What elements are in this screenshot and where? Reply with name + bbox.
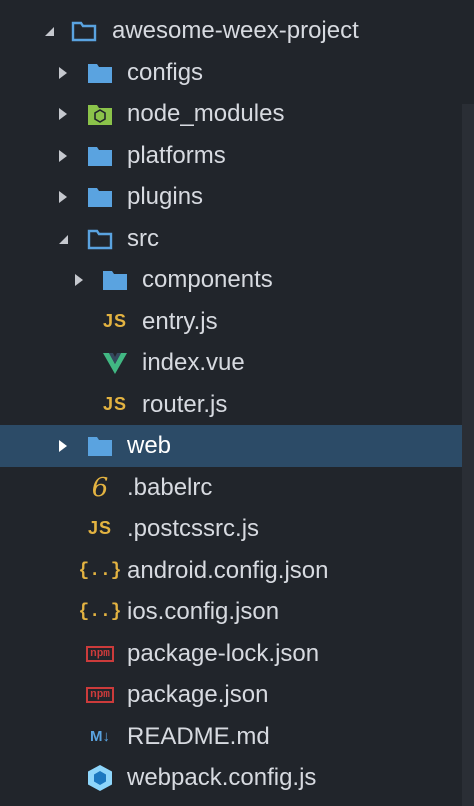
folder-icon bbox=[86, 432, 114, 460]
tree-item-label: index.vue bbox=[142, 349, 245, 377]
chevron-right-icon[interactable] bbox=[56, 190, 70, 204]
folder-icon bbox=[86, 142, 114, 170]
node-folder-icon bbox=[86, 100, 114, 128]
tree-item-router-js[interactable]: JS router.js bbox=[0, 384, 474, 426]
json-icon: {..} bbox=[78, 560, 122, 581]
tree-item-entry-js[interactable]: JS entry.js bbox=[0, 301, 474, 343]
tree-item-label: package-lock.json bbox=[127, 640, 320, 668]
tree-item-readme-md[interactable]: M↓ README.md bbox=[0, 716, 474, 758]
tree-item-index-vue[interactable]: index.vue bbox=[0, 342, 474, 384]
npm-icon: npm bbox=[86, 640, 114, 668]
tree-item-platforms[interactable]: platforms bbox=[0, 135, 474, 177]
babel-icon: 6 bbox=[91, 472, 109, 503]
folder-icon bbox=[86, 59, 114, 87]
tree-item-package-lock-json[interactable]: npm package-lock.json bbox=[0, 633, 474, 675]
file-explorer: awesome-weex-project configs node_module… bbox=[0, 0, 474, 806]
tree-item-label: webpack.config.js bbox=[127, 764, 317, 792]
tree-item-label: android.config.json bbox=[127, 557, 329, 585]
js-icon: JS bbox=[102, 394, 128, 415]
tree-item-label: package.json bbox=[127, 681, 269, 709]
project-name-label: awesome-weex-project bbox=[112, 17, 359, 45]
chevron-down-icon[interactable] bbox=[42, 24, 56, 38]
tree-item-node-modules[interactable]: node_modules bbox=[0, 93, 474, 135]
tree-item-package-json[interactable]: npm package.json bbox=[0, 674, 474, 716]
scrollbar[interactable] bbox=[462, 104, 474, 806]
cut-off-row bbox=[128, 0, 268, 6]
tree-item-web[interactable]: web bbox=[0, 425, 474, 467]
vue-icon bbox=[101, 349, 129, 377]
tree-item-label: configs bbox=[127, 59, 204, 87]
tree-item-label: .postcssrc.js bbox=[127, 515, 260, 543]
tree-item-label: web bbox=[127, 432, 172, 460]
tree-item-label: ios.config.json bbox=[127, 598, 280, 626]
tree-root-project[interactable]: awesome-weex-project bbox=[0, 10, 474, 52]
tree-item-label: src bbox=[127, 225, 159, 253]
folder-open-icon bbox=[70, 17, 98, 45]
webpack-icon bbox=[86, 764, 114, 792]
folder-open-icon bbox=[86, 225, 114, 253]
tree-item-label: router.js bbox=[142, 391, 228, 419]
js-icon: JS bbox=[87, 518, 113, 539]
js-icon: JS bbox=[102, 311, 128, 332]
tree-item-label: .babelrc bbox=[127, 474, 213, 502]
tree-item-label: plugins bbox=[127, 183, 204, 211]
chevron-right-icon[interactable] bbox=[56, 66, 70, 80]
json-icon: {..} bbox=[78, 601, 122, 622]
tree-item-webpack-config-js[interactable]: webpack.config.js bbox=[0, 757, 474, 799]
tree-item-plugins[interactable]: plugins bbox=[0, 176, 474, 218]
folder-icon bbox=[101, 266, 129, 294]
tree-item-src[interactable]: src bbox=[0, 218, 474, 260]
chevron-down-icon[interactable] bbox=[56, 232, 70, 246]
tree-item-label: README.md bbox=[127, 723, 270, 751]
tree-item-label: platforms bbox=[127, 142, 226, 170]
tree-item-label: entry.js bbox=[142, 308, 218, 336]
tree-item-ios-config-json[interactable]: {..} ios.config.json bbox=[0, 591, 474, 633]
tree-item-configs[interactable]: configs bbox=[0, 52, 474, 94]
tree-item-babelrc[interactable]: 6 .babelrc bbox=[0, 467, 474, 509]
tree-item-label: components bbox=[142, 266, 273, 294]
chevron-right-icon[interactable] bbox=[56, 107, 70, 121]
folder-icon bbox=[86, 183, 114, 211]
tree-item-postcssrc-js[interactable]: JS .postcssrc.js bbox=[0, 508, 474, 550]
tree-item-label: node_modules bbox=[127, 100, 285, 128]
tree-item-android-config-json[interactable]: {..} android.config.json bbox=[0, 550, 474, 592]
markdown-icon: M↓ bbox=[90, 728, 110, 746]
chevron-right-icon[interactable] bbox=[56, 439, 70, 453]
chevron-right-icon[interactable] bbox=[72, 273, 86, 287]
tree-item-components[interactable]: components bbox=[0, 259, 474, 301]
npm-icon: npm bbox=[86, 681, 114, 709]
chevron-right-icon[interactable] bbox=[56, 149, 70, 163]
